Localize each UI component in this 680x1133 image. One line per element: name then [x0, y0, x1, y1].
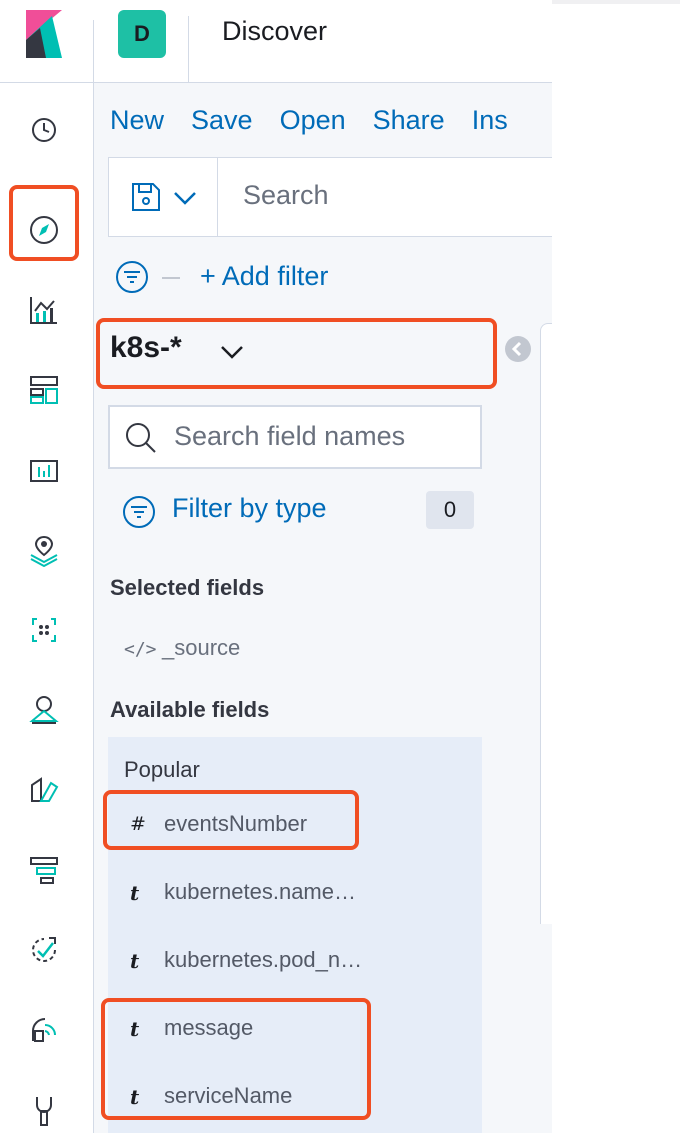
canvas-icon[interactable] — [22, 448, 66, 492]
search-icon — [124, 421, 158, 455]
logs-icon[interactable] — [22, 768, 66, 812]
selected-fields-heading: Selected fields — [110, 575, 265, 600]
recently-viewed-clock-icon[interactable] — [22, 108, 66, 152]
eventsnumber-highlight — [103, 790, 359, 850]
discover-highlight — [9, 185, 79, 261]
popular-heading: Popular — [124, 757, 200, 782]
selected-field-source[interactable]: _source — [162, 635, 240, 661]
infrastructure-icon[interactable] — [22, 688, 66, 732]
divider — [188, 16, 189, 82]
open-button[interactable]: Open — [280, 105, 346, 135]
top-nav-menu: New Save Open Share Ins — [110, 105, 535, 136]
discover-content: New Save Open Share Ins Search + Add filter … — [94, 83, 552, 1133]
filter-by-type-icon[interactable] — [122, 495, 156, 529]
add-filter-button[interactable]: + Add filter — [200, 261, 328, 292]
save-button[interactable]: Save — [191, 105, 253, 135]
results-panel-edge — [540, 323, 552, 924]
maps-icon[interactable] — [22, 528, 66, 572]
inspect-button[interactable]: Ins — [472, 105, 508, 135]
page-title: Discover — [222, 16, 328, 46]
dashboard-icon[interactable] — [22, 368, 66, 412]
string-type-icon: t — [130, 949, 140, 973]
message-servicename-highlight — [101, 998, 371, 1120]
index-pattern-highlight — [96, 318, 497, 389]
divider — [162, 277, 180, 279]
available-fields-heading: Available fields — [110, 697, 270, 722]
apm-icon[interactable] — [22, 848, 66, 892]
kibana-logo-icon[interactable] — [22, 10, 66, 58]
string-type-icon: t — [130, 881, 140, 905]
chevron-down-icon[interactable] — [171, 185, 199, 211]
divider — [217, 158, 218, 236]
uptime-icon[interactable] — [22, 928, 66, 972]
filter-by-type-button[interactable]: Filter by type — [172, 493, 327, 524]
field-name: kubernetes.name… — [164, 879, 356, 904]
divider — [0, 82, 93, 83]
field-search-placeholder: Search field names — [174, 421, 406, 451]
query-bar: Search — [108, 157, 552, 237]
field-name: kubernetes.pod_n… — [164, 947, 363, 972]
saved-query-save-icon[interactable] — [129, 180, 163, 214]
siem-icon[interactable] — [22, 1008, 66, 1052]
source-field-type-icon: </> — [124, 639, 157, 660]
visualize-icon[interactable] — [22, 288, 66, 332]
share-button[interactable]: Share — [373, 105, 445, 135]
collapse-sidebar-icon[interactable] — [505, 336, 531, 362]
field-name-search-input[interactable]: Search field names — [108, 405, 482, 469]
side-nav — [0, 0, 94, 1133]
machine-learning-icon[interactable] — [22, 608, 66, 652]
dev-tools-wrench-icon[interactable] — [22, 1088, 66, 1132]
field-item-kubernetes-name[interactable]: t kubernetes.name… — [108, 867, 482, 917]
new-button[interactable]: New — [110, 105, 164, 135]
filter-options-icon[interactable] — [114, 259, 150, 295]
divider — [93, 20, 94, 82]
filter-count-badge: 0 — [426, 491, 474, 529]
field-item-kubernetes-pod-name[interactable]: t kubernetes.pod_n… — [108, 935, 482, 985]
query-search-input[interactable]: Search — [243, 180, 329, 211]
space-avatar[interactable]: D — [118, 10, 166, 58]
